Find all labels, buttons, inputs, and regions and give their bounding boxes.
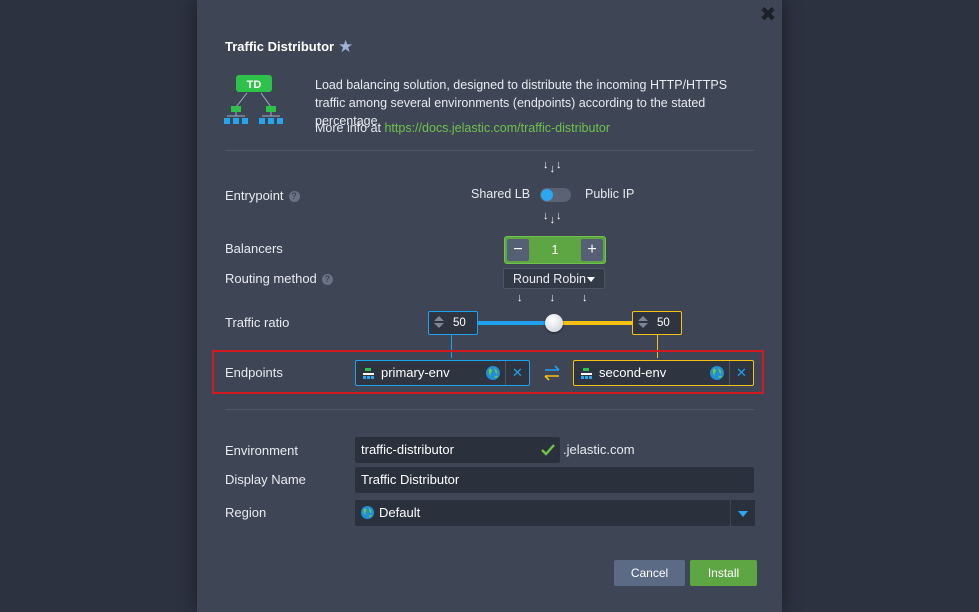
- environment-label: Environment: [225, 443, 298, 458]
- globe-icon: [360, 505, 375, 520]
- region-label: Region: [225, 505, 267, 520]
- help-icon[interactable]: ?: [321, 274, 333, 285]
- globe-icon[interactable]: [709, 365, 725, 381]
- endpoints-label: Endpoints: [225, 365, 283, 380]
- secondary-ratio-value: 50: [657, 317, 670, 329]
- star-icon[interactable]: ★: [338, 37, 353, 57]
- swap-icon[interactable]: [542, 364, 562, 382]
- environment-input[interactable]: traffic-distributor: [355, 437, 560, 463]
- increment-button[interactable]: +: [581, 239, 603, 261]
- flow-arrows-top: ↓↓↓: [543, 159, 563, 175]
- region-value: Default: [379, 505, 421, 520]
- cancel-button[interactable]: Cancel: [614, 560, 685, 586]
- docs-link[interactable]: https://docs.jelastic.com/traffic-distri…: [384, 121, 610, 135]
- globe-icon[interactable]: [485, 365, 501, 381]
- primary-endpoint-name: primary-env: [381, 365, 450, 380]
- traffic-distributor-logo: TD: [224, 75, 283, 124]
- primary-ratio-value: 50: [453, 317, 466, 329]
- primary-ratio-input[interactable]: 50: [428, 311, 478, 335]
- display-name-input[interactable]: Traffic Distributor: [355, 467, 754, 493]
- balancers-stepper: − 1 +: [504, 236, 606, 264]
- slider-track-secondary: [554, 321, 632, 325]
- region-dropdown-button[interactable]: [730, 500, 755, 526]
- remove-secondary-endpoint[interactable]: ✕: [729, 361, 753, 385]
- server-icon: [363, 368, 374, 379]
- divider: [225, 409, 754, 410]
- domain-suffix: .jelastic.com: [563, 442, 635, 457]
- server-icon: [581, 368, 592, 379]
- secondary-endpoint[interactable]: second-env ✕: [573, 360, 754, 386]
- chevron-down-icon: [587, 277, 595, 282]
- secondary-endpoint-name: second-env: [599, 365, 667, 380]
- install-button[interactable]: Install: [690, 560, 757, 586]
- display-name-label: Display Name: [225, 472, 306, 487]
- secondary-ratio-input[interactable]: 50: [632, 311, 682, 335]
- more-info-prefix: More info at: [315, 121, 385, 135]
- entrypoint-toggle[interactable]: [540, 188, 571, 202]
- ratio-slider-thumb[interactable]: [545, 314, 563, 332]
- close-icon[interactable]: ✖: [759, 5, 777, 25]
- logo-text: TD: [247, 79, 262, 91]
- checkmark-icon: [541, 444, 555, 456]
- entrypoint-label: Entrypoint?: [225, 188, 300, 203]
- decrement-button[interactable]: −: [507, 239, 529, 261]
- dialog-title: Traffic Distributor: [225, 39, 335, 54]
- primary-endpoint[interactable]: primary-env ✕: [355, 360, 530, 386]
- balancers-label: Balancers: [225, 241, 283, 256]
- public-ip-option[interactable]: Public IP: [585, 187, 634, 201]
- traffic-ratio-label: Traffic ratio: [225, 315, 290, 330]
- toggle-knob: [541, 189, 553, 201]
- more-info: More info at https://docs.jelastic.com/t…: [315, 121, 610, 135]
- ratio-spinner[interactable]: [635, 314, 651, 332]
- region-select[interactable]: Default: [355, 500, 730, 526]
- ratio-spinner[interactable]: [431, 314, 447, 332]
- flow-arrows-bottom: ↓↓↓: [517, 292, 615, 304]
- routing-method-select[interactable]: Round Robin: [503, 268, 605, 289]
- routing-method-label: Routing method?: [225, 271, 333, 286]
- chevron-down-icon: [738, 511, 748, 517]
- remove-primary-endpoint[interactable]: ✕: [505, 361, 529, 385]
- balancers-value[interactable]: 1: [530, 237, 580, 263]
- shared-lb-option[interactable]: Shared LB: [471, 187, 530, 201]
- help-icon[interactable]: ?: [288, 191, 300, 202]
- routing-method-value: Round Robin: [513, 272, 586, 286]
- divider: [225, 150, 754, 151]
- slider-track-primary: [477, 321, 554, 325]
- flow-arrows-middle: ↓↓↓: [543, 210, 563, 226]
